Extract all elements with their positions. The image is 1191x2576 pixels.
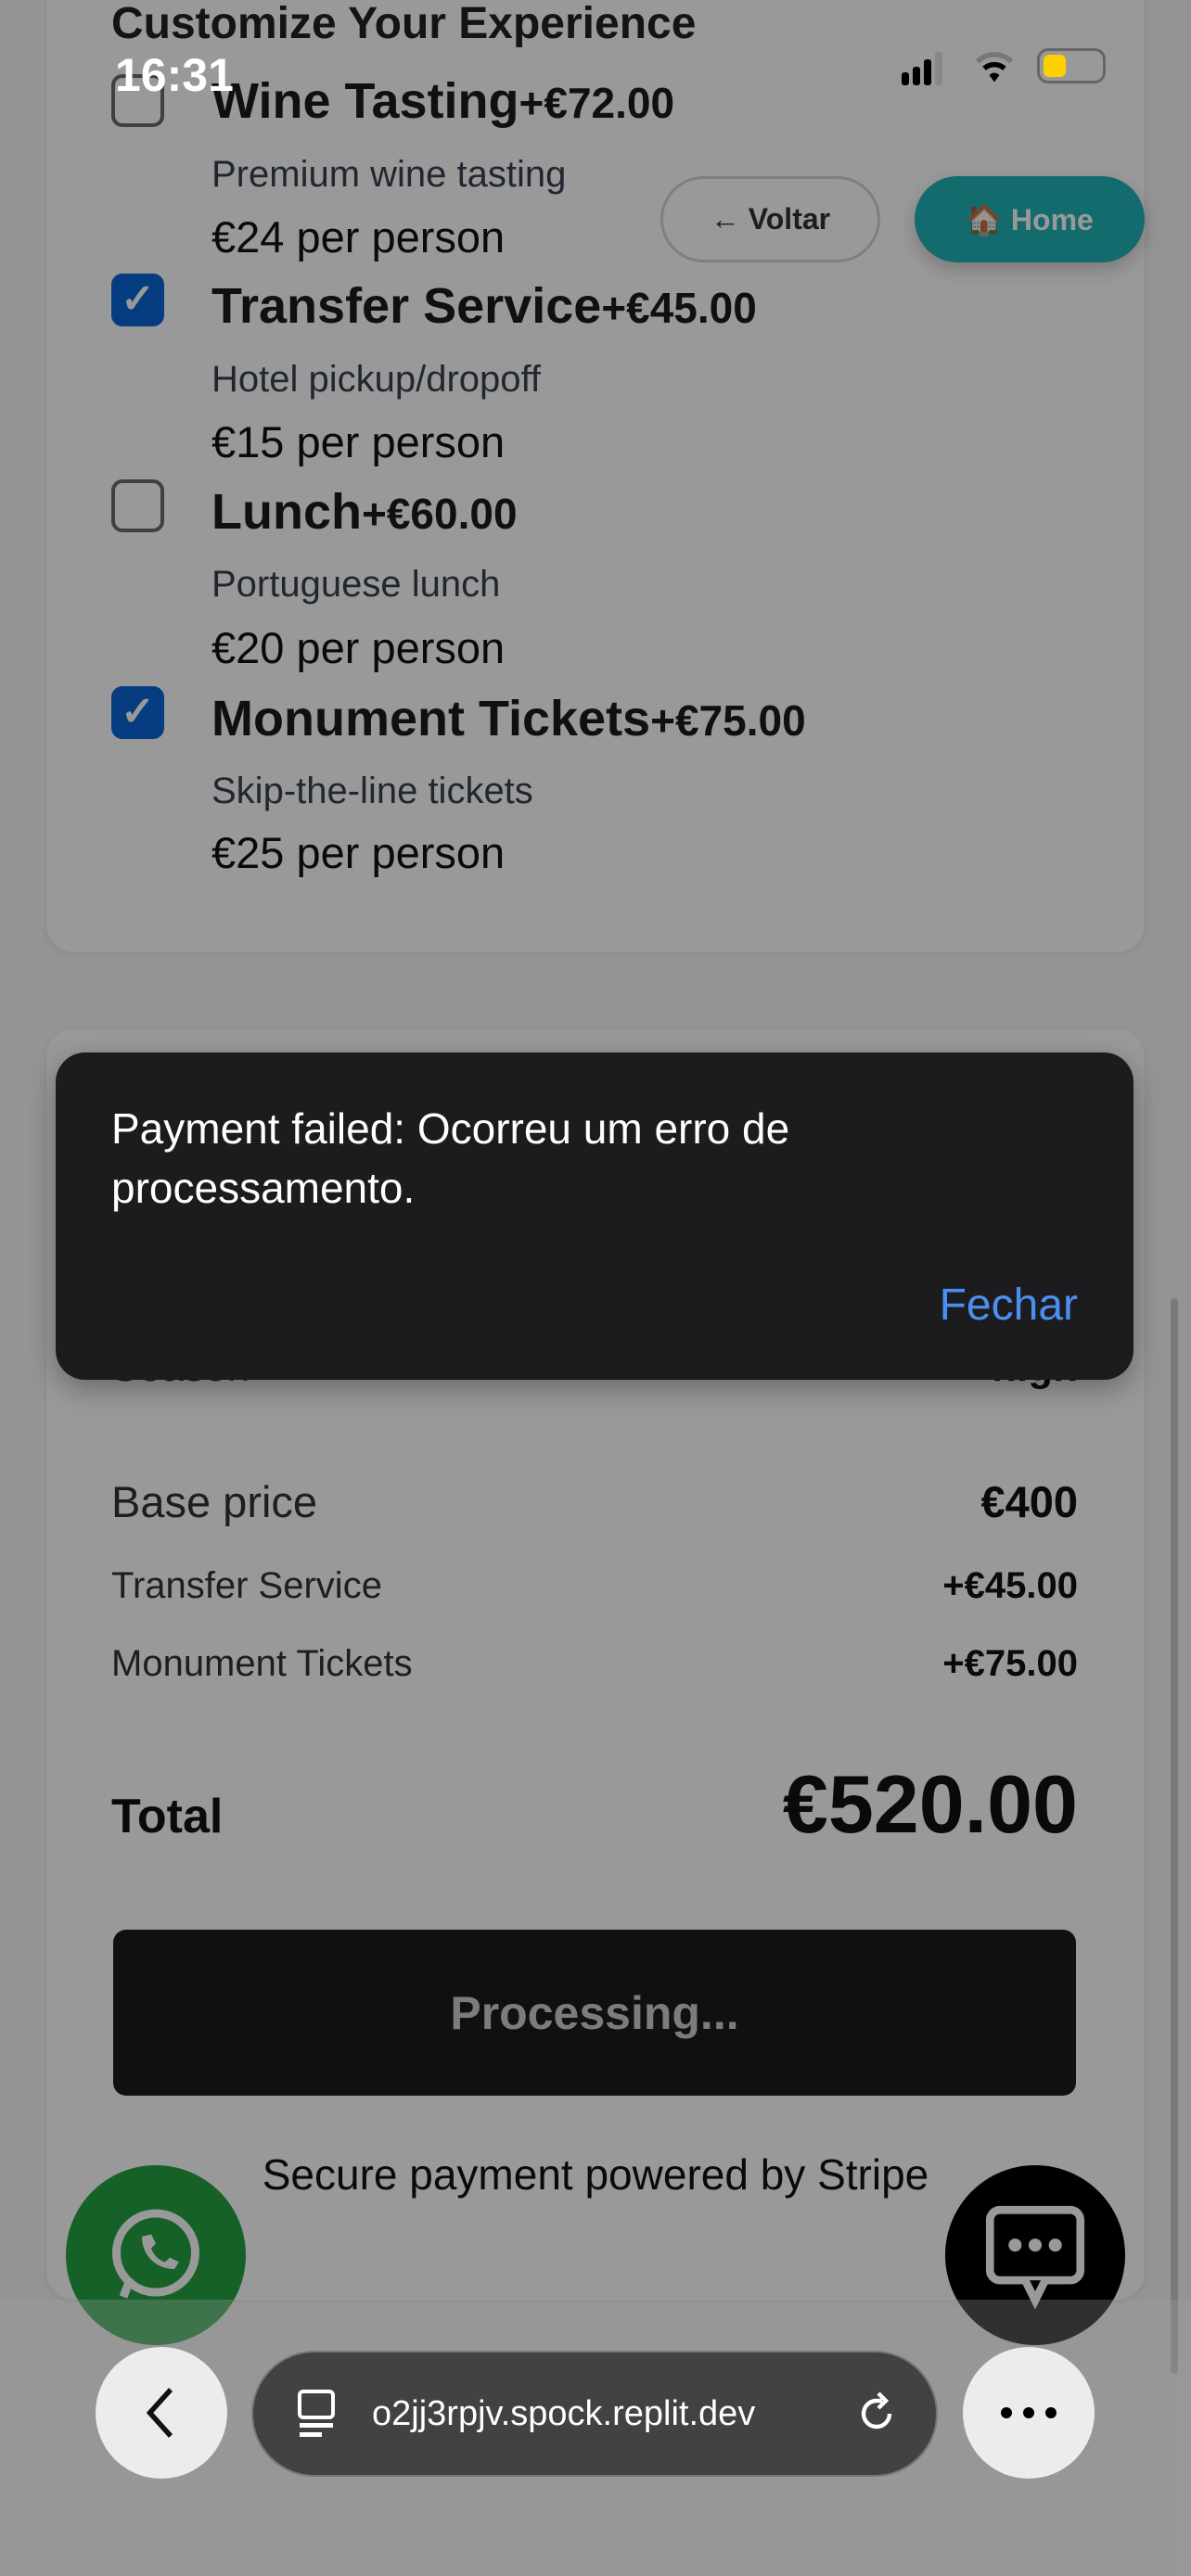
status-time: 16:31 (115, 49, 234, 101)
error-toast: Payment failed: Ocorreu um erro de proce… (56, 1052, 1133, 1380)
reload-icon[interactable] (854, 2388, 899, 2440)
status-bar: 16:31 (0, 0, 1191, 130)
wifi-icon (975, 52, 1014, 83)
browser-more-button[interactable] (963, 2347, 1095, 2479)
signal-icon (902, 52, 942, 85)
chevron-left-icon (146, 2388, 173, 2438)
close-toast-button[interactable]: Fechar (940, 1280, 1078, 1331)
more-icon (1001, 2407, 1057, 2418)
scrollbar[interactable] (1171, 1298, 1178, 2374)
battery-icon (1037, 48, 1106, 83)
toast-message: Payment failed: Ocorreu um erro de proce… (111, 1104, 790, 1212)
url-bar[interactable]: o2jj3rpjv.spock.replit.dev (251, 2351, 938, 2477)
browser-back-button[interactable] (96, 2347, 227, 2479)
url-text: o2jj3rpjv.spock.replit.dev (372, 2393, 756, 2433)
tabs-icon (298, 2390, 335, 2437)
